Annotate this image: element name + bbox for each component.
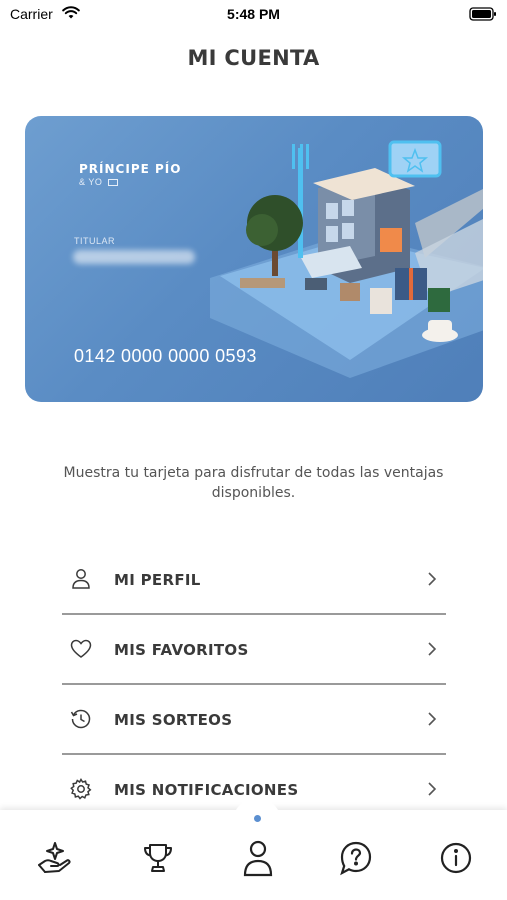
battery-icon [469, 7, 497, 26]
menu-item-label: MIS NOTIFICACIONES [114, 781, 299, 799]
page-title: MI CUENTA [187, 46, 320, 70]
user-icon [69, 567, 93, 591]
user-icon [241, 839, 275, 882]
tab-trophy[interactable] [136, 838, 180, 882]
card-brand-sub: & YO [79, 177, 119, 187]
chevron-right-icon [426, 781, 438, 797]
chevron-right-icon [426, 711, 438, 727]
menu-item-label: MI PERFIL [114, 571, 201, 589]
gear-icon [69, 777, 93, 801]
account-menu: MI PERFIL MIS FAVORITOS MIS SORTEOS MIS … [62, 545, 446, 825]
card-helper-text: Muestra tu tarjeta para disfrutar de tod… [63, 465, 444, 501]
menu-item-label: MIS FAVORITOS [114, 641, 249, 659]
menu-item-label: MIS SORTEOS [114, 711, 233, 729]
card-holder-name-blurred [73, 250, 195, 264]
menu-item-sorteos[interactable]: MIS SORTEOS [62, 685, 446, 755]
tab-account[interactable] [236, 838, 280, 882]
trophy-icon [140, 840, 176, 881]
loyalty-card[interactable]: PRÍNCIPE PÍO & YO TITULAR 0142 0000 0000… [25, 116, 483, 402]
clock: 5:48 PM [227, 6, 280, 22]
tab-help[interactable] [334, 838, 378, 882]
card-mini-icon [108, 179, 119, 187]
card-brand: PRÍNCIPE PÍO [79, 162, 182, 176]
heart-icon [69, 637, 93, 661]
chevron-right-icon [426, 641, 438, 657]
hand-sparkle-icon [35, 838, 75, 883]
menu-item-favoritos[interactable]: MIS FAVORITOS [62, 615, 446, 685]
chevron-right-icon [426, 571, 438, 587]
tab-info[interactable] [434, 838, 478, 882]
help-bubble-icon [339, 840, 373, 881]
card-holder-label: TITULAR [74, 236, 116, 246]
info-icon [439, 841, 473, 880]
history-icon [69, 707, 93, 731]
status-bar: Carrier 5:48 PM [0, 0, 507, 30]
active-tab-indicator [254, 815, 261, 822]
shop-illustration [210, 140, 483, 378]
menu-item-perfil[interactable]: MI PERFIL [62, 545, 446, 615]
card-brand-sub-text: & YO [79, 177, 103, 187]
tab-rewards[interactable] [33, 838, 77, 882]
